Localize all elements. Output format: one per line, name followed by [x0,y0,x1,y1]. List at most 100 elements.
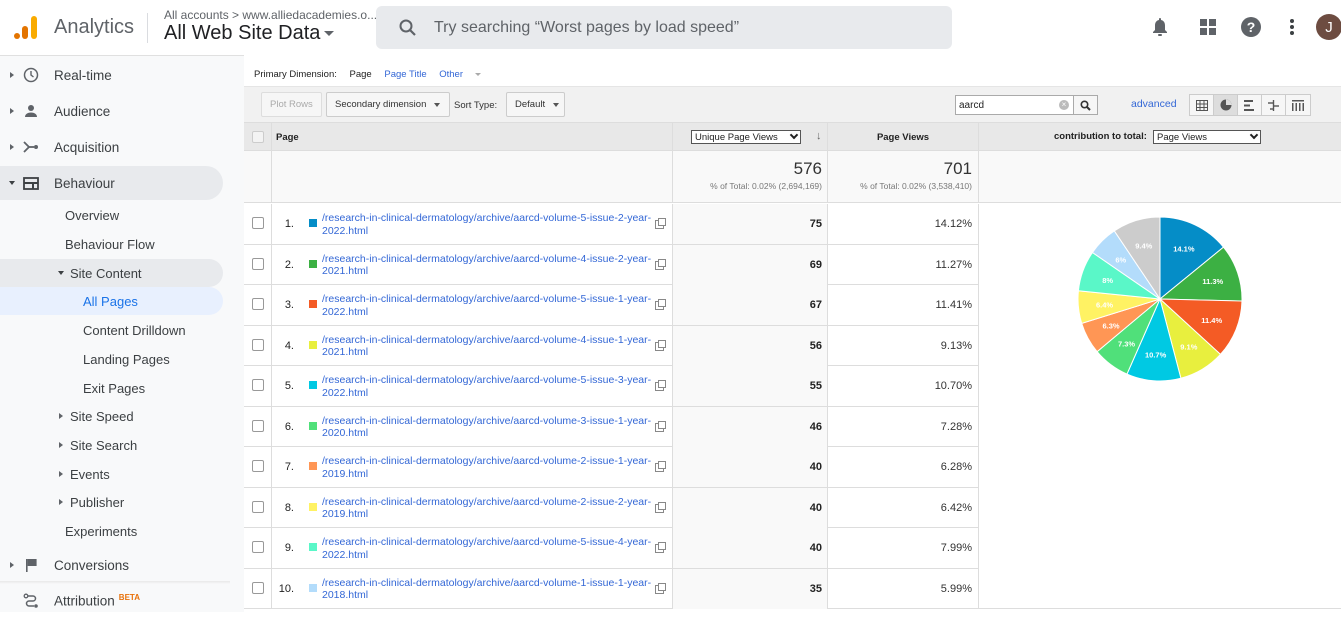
sidebar-item-content-drilldown[interactable]: Content Drilldown [0,316,223,344]
page-views-percent: 6.42% [940,501,972,514]
beta-badge: BETA [118,593,140,603]
row-checkbox[interactable] [252,460,264,472]
open-page-external-icon[interactable] [655,218,666,229]
dimension-other[interactable]: Other [439,69,491,80]
page-link[interactable]: /research-in-clinical-dermatology/archiv… [322,374,652,399]
sidebar-item-label: Experiments [65,523,138,539]
unique-page-views-value: 69 [673,244,828,285]
table-view-icon[interactable] [1190,95,1214,115]
pie-slice-label: 6.3% [1102,322,1119,331]
select-all-checkbox[interactable] [252,131,264,143]
row-checkbox[interactable] [252,379,264,391]
open-page-external-icon[interactable] [655,380,666,391]
open-page-external-icon[interactable] [655,299,666,310]
property-selector[interactable]: All Web Site Data [164,22,335,45]
sidebar-item-conversions[interactable]: Conversions [0,548,223,582]
comparison-view-icon[interactable] [1262,95,1286,115]
sidebar-item-exit-pages[interactable]: Exit Pages [0,374,223,402]
row-number: 2. [284,258,294,271]
contribution-label: contribution to total: [1054,131,1147,142]
open-page-external-icon[interactable] [655,461,666,472]
apps-grid-icon[interactable] [1197,16,1219,38]
page-link[interactable]: /research-in-clinical-dermatology/archiv… [322,334,652,359]
more-vert-icon[interactable] [1281,16,1303,38]
sidebar-item-events[interactable]: Events [0,460,223,488]
sidebar-item-landing-pages[interactable]: Landing Pages [0,345,223,373]
column-header-page-views[interactable]: Page Views [828,132,978,143]
page-link[interactable]: /research-in-clinical-dermatology/archiv… [322,293,652,318]
row-number: 8. [284,501,294,514]
page-link[interactable]: /research-in-clinical-dermatology/archiv… [322,496,652,521]
row-checkbox[interactable] [252,257,264,270]
open-page-external-icon[interactable] [655,542,666,553]
sidebar-item-behaviour-flow[interactable]: Behaviour Flow [0,230,223,258]
unique-page-views-value: 40 [673,487,828,528]
sidebar-item-behaviour[interactable]: Behaviour [0,166,223,200]
unique-page-views-value: 40 [673,447,828,487]
table-filter-input[interactable]: aarcd × [955,95,1098,115]
pie-view-icon[interactable] [1214,95,1238,115]
unique-page-views-value: 67 [673,285,828,325]
unique-page-views-value: 55 [673,366,828,406]
page-link[interactable]: /research-in-clinical-dermatology/archiv… [322,212,652,237]
row-checkbox[interactable] [252,419,264,432]
series-color-swatch [309,502,317,511]
series-color-swatch [309,340,317,349]
column-header-page[interactable]: Page [276,132,299,143]
page-link[interactable]: /research-in-clinical-dermatology/archiv… [322,253,652,278]
search-input[interactable]: Try searching “Worst pages by load speed… [376,6,952,49]
secondary-dimension-dropdown[interactable]: Secondary dimension [326,92,450,117]
sidebar-item-publisher[interactable]: Publisher [0,488,223,516]
pivot-view-icon[interactable] [1286,95,1310,115]
sidebar-item-acquisition[interactable]: Acquisition [0,130,223,164]
page-link[interactable]: /research-in-clinical-dermatology/archiv… [322,536,652,561]
performance-view-icon[interactable] [1238,95,1262,115]
sidebar-item-overview[interactable]: Overview [0,201,223,229]
sidebar-item-site-content[interactable]: Site Content [0,259,223,287]
row-checkbox[interactable] [252,298,264,310]
help-icon[interactable]: ? [1240,16,1262,38]
row-checkbox[interactable] [252,500,264,513]
search-placeholder: Try searching “Worst pages by load speed… [434,18,740,36]
plot-rows-button[interactable]: Plot Rows [261,92,322,117]
dimension-page[interactable]: Page [350,69,372,80]
bell-icon[interactable] [1149,16,1171,38]
account-breadcrumb[interactable]: All accounts > www.alliedacademies.o... [164,8,377,22]
advanced-filter-link[interactable]: advanced [1131,98,1177,110]
analytics-logo-icon[interactable] [13,14,39,40]
report-main: Primary Dimension: Page Page Title Other… [244,55,1341,612]
row-number: 1. [284,218,294,230]
open-page-external-icon[interactable] [655,582,666,594]
open-page-external-icon[interactable] [655,258,666,270]
page-views-percent: 7.99% [940,542,972,554]
sidebar-item-all-pages[interactable]: All Pages [0,287,223,315]
metric-selector-dropdown[interactable]: Unique Page Views [691,130,801,144]
sidebar-item-site-search[interactable]: Site Search [0,431,223,459]
row-checkbox[interactable] [252,541,264,553]
row-checkbox[interactable] [252,217,264,229]
open-page-external-icon[interactable] [655,501,666,513]
sidebar-item-audience[interactable]: Audience [0,94,223,128]
search-icon[interactable] [1073,96,1097,114]
sidebar-item-attribution[interactable]: Attribution BETA [0,584,223,618]
sort-type-dropdown[interactable]: Default [506,92,565,117]
contribution-metric-dropdown[interactable]: Page Views [1153,130,1261,144]
top-header: Analytics All accounts > www.alliedacade… [0,0,1341,55]
total-percent: % of Total: 0.02% (2,694,169) [710,181,822,191]
avatar[interactable]: J [1316,14,1341,40]
clear-filter-icon[interactable]: × [1059,100,1069,110]
open-page-external-icon[interactable] [655,420,666,432]
sidebar-item-real-time[interactable]: Real-time [0,58,223,92]
dimension-page-title[interactable]: Page Title [384,69,426,80]
row-checkbox[interactable] [252,338,264,351]
page-link[interactable]: /research-in-clinical-dermatology/archiv… [322,415,652,440]
open-page-external-icon[interactable] [655,339,666,351]
page-link[interactable]: /research-in-clinical-dermatology/archiv… [322,577,652,602]
expand-arrow-icon [59,499,63,505]
sort-descending-icon[interactable]: ↓ [816,130,822,142]
sidebar-item-experiments[interactable]: Experiments [0,517,223,545]
page-link[interactable]: /research-in-clinical-dermatology/archiv… [322,455,652,480]
row-checkbox[interactable] [252,581,264,594]
svg-text:?: ? [1247,19,1256,35]
sidebar-item-site-speed[interactable]: Site Speed [0,402,223,430]
